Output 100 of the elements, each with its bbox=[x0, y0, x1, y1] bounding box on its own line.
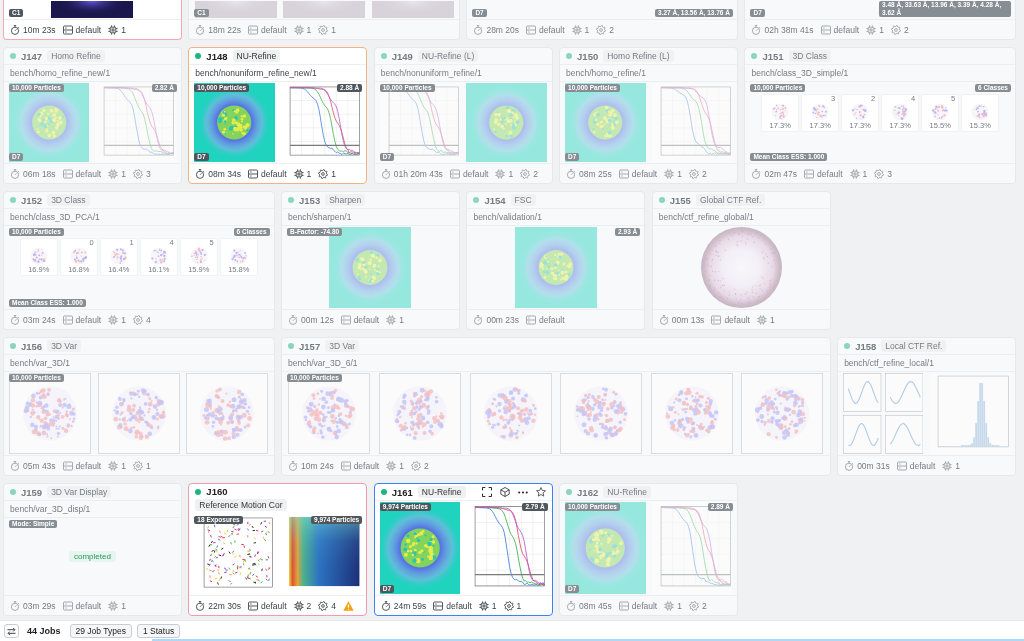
cpu-icon bbox=[293, 168, 304, 179]
class-volume-drawing bbox=[108, 247, 129, 265]
server-icon bbox=[526, 24, 536, 35]
cpu-count: 1 bbox=[955, 460, 960, 471]
gear-icon bbox=[318, 600, 329, 611]
job-type-tag: 3D Var bbox=[325, 340, 359, 352]
status-dot-icon bbox=[195, 488, 202, 495]
cpu-count: 1 bbox=[121, 168, 126, 179]
elapsed-time: 03m 29s bbox=[23, 600, 56, 611]
server-icon bbox=[62, 460, 73, 471]
gear-count: 2 bbox=[701, 600, 707, 611]
server-icon bbox=[820, 24, 831, 35]
stopwatch-icon bbox=[10, 600, 20, 611]
stopwatch-icon bbox=[195, 600, 206, 611]
job-id: J153 bbox=[299, 194, 321, 206]
cube-icon[interactable] bbox=[499, 487, 510, 497]
job-id: J149 bbox=[391, 50, 413, 62]
gear-icon bbox=[318, 168, 329, 179]
filter-chip[interactable]: 1 Status bbox=[136, 624, 181, 638]
elapsed-time: 00m 13s bbox=[671, 314, 705, 325]
gear-icon bbox=[688, 600, 699, 611]
job-type-tag: 3D Class bbox=[47, 194, 90, 206]
job-type-tag: NU-Refine bbox=[417, 486, 466, 498]
lane-name: default bbox=[631, 168, 658, 179]
job-card[interactable]: J158 Local CTF Ref. bench/ctf_refine_local/1 00m 31s default 1 bbox=[837, 337, 1016, 476]
lane-name: default bbox=[462, 168, 489, 179]
job-type-tag: Local CTF Ref. bbox=[881, 340, 947, 352]
filter-chip[interactable]: 29 Job Types bbox=[69, 624, 132, 638]
job-id: J152 bbox=[21, 194, 43, 206]
server-icon bbox=[804, 168, 815, 179]
cpu-count: 1 bbox=[769, 314, 775, 325]
server-icon bbox=[618, 168, 629, 179]
elapsed-time: 03m 24s bbox=[23, 314, 56, 325]
lane-name: default bbox=[75, 314, 102, 325]
job-path: bench/ctf_refine_global/1 bbox=[652, 209, 830, 226]
class-volume-drawing bbox=[850, 103, 871, 121]
status-dot-icon bbox=[288, 343, 295, 349]
cpu-count: 1 bbox=[306, 168, 312, 179]
cpu-count: 1 bbox=[399, 314, 404, 325]
job-id: J150 bbox=[577, 50, 599, 62]
job-id: J155 bbox=[669, 194, 691, 206]
gear-count: 2 bbox=[701, 168, 707, 179]
lane-name: default bbox=[260, 600, 287, 611]
gear-count: 2 bbox=[423, 460, 429, 471]
stopwatch-icon bbox=[844, 460, 855, 471]
cpu-icon bbox=[756, 314, 767, 325]
cpu-icon bbox=[386, 314, 397, 325]
star-icon[interactable] bbox=[535, 487, 546, 497]
elapsed-time: 22m 30s bbox=[208, 600, 241, 611]
swap-button[interactable] bbox=[4, 624, 19, 638]
ctf-curve bbox=[848, 423, 880, 446]
gear-count: 1 bbox=[145, 460, 151, 471]
elapsed-time: 02h 38m 41s bbox=[764, 24, 814, 35]
expand-icon[interactable] bbox=[481, 487, 492, 497]
status-dot-icon bbox=[380, 489, 387, 495]
cpu-icon bbox=[293, 600, 304, 611]
gear-count: 2 bbox=[533, 168, 538, 179]
status-dot-icon bbox=[10, 53, 16, 59]
lane-name: default bbox=[75, 168, 102, 179]
job-path: bench/var_3D_disp/1 bbox=[4, 501, 181, 518]
server-icon bbox=[896, 460, 907, 471]
stopwatch-icon bbox=[658, 314, 669, 325]
job-type-tag: Global CTF Ref. bbox=[695, 194, 766, 206]
job-type-tag: NU-Refine bbox=[603, 486, 651, 498]
gear-icon bbox=[890, 24, 901, 35]
cpu-count: 1 bbox=[121, 314, 126, 325]
stopwatch-icon bbox=[566, 600, 577, 611]
cpu-icon bbox=[386, 460, 397, 471]
job-card[interactable]: J155 Global CTF Ref. bench/ctf_refine_global/1 00m 13s default 1 bbox=[651, 191, 831, 330]
stopwatch-icon bbox=[288, 314, 299, 325]
server-icon bbox=[340, 460, 351, 471]
lane-name: default bbox=[353, 314, 380, 325]
gear-count: 1 bbox=[331, 24, 336, 35]
elapsed-time: 00m 31s bbox=[857, 460, 890, 471]
class-volume-drawing bbox=[810, 103, 831, 121]
job-path: bench/class_3D_simple/1 bbox=[745, 65, 1015, 82]
class-volume-drawing bbox=[188, 247, 209, 265]
gear-icon bbox=[503, 600, 514, 611]
cpu-count: 1 bbox=[862, 168, 868, 179]
cpu-count: 1 bbox=[879, 24, 884, 35]
stopwatch-icon bbox=[473, 24, 484, 35]
cpu-count: 1 bbox=[399, 460, 404, 471]
lane-name: default bbox=[446, 600, 472, 611]
job-path: bench/var_3D_6/1 bbox=[282, 355, 830, 372]
job-id: J160 bbox=[206, 486, 228, 497]
job-id: J148 bbox=[206, 50, 228, 62]
elapsed-time: 18m 22s bbox=[208, 24, 241, 35]
cpu-icon bbox=[866, 24, 877, 35]
cpu-icon bbox=[108, 24, 119, 35]
more-icon[interactable] bbox=[517, 490, 528, 494]
job-id: J158 bbox=[855, 340, 877, 352]
elapsed-time: 02m 47s bbox=[764, 168, 798, 179]
cpu-icon bbox=[293, 24, 304, 35]
gear-icon bbox=[318, 24, 329, 35]
job-type-tag: NU-Refine bbox=[232, 50, 281, 62]
gear-icon bbox=[596, 24, 607, 35]
elapsed-time: 08m 25s bbox=[579, 168, 612, 179]
cpu-icon bbox=[664, 168, 675, 179]
cpu-count: 1 bbox=[121, 600, 126, 611]
elapsed-time: 05m 43s bbox=[23, 460, 56, 471]
